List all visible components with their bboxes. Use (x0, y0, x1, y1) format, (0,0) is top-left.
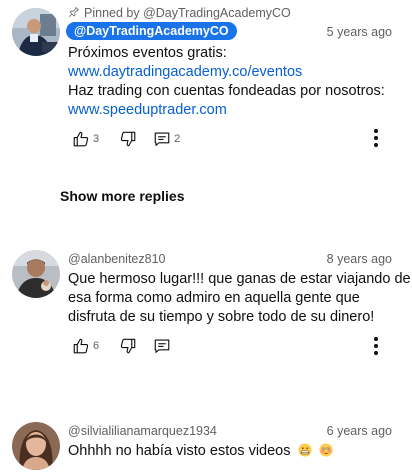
comment-text: Ohhhh no había visto estos videos (68, 442, 398, 461)
comment-pinned: Pinned by @DayTradingAcademyCO @DayTradi… (0, 0, 412, 180)
like-count: 6 (93, 340, 100, 352)
pinned-label: Pinned by @DayTradingAcademyCO (84, 6, 291, 20)
comment-icon (153, 130, 171, 148)
comment-text-content: Ohhhh no había visto estos videos (68, 443, 291, 459)
comment-header: @silvialilianamarquez1934 6 years ago (68, 422, 392, 440)
comment: @silvialilianamarquez1934 6 years ago Oh… (0, 420, 412, 474)
speeduptrader-link[interactable]: www.speeduptrader.com (68, 101, 398, 120)
thumb-down-icon (119, 337, 137, 355)
comment-text-line: Ohhhh no había visto estos videos (68, 442, 398, 461)
comment-header: Pinned by @DayTradingAcademyCO (68, 4, 392, 22)
comment-text-line: Haz trading con cuentas fondeadas por no… (68, 83, 385, 99)
like-button[interactable]: 3 (72, 130, 99, 148)
reply-count: 2 (174, 133, 181, 145)
show-more-replies-button[interactable]: Show more replies (60, 188, 184, 204)
grimacing-face-emoji (297, 443, 312, 457)
comment-author[interactable]: @alanbenitez810 (68, 252, 166, 266)
avatar[interactable] (12, 8, 60, 56)
avatar[interactable] (12, 422, 60, 470)
thumb-up-icon (72, 130, 90, 148)
comment-icon (153, 337, 171, 355)
comment-text-line: Que hermoso lugar!!! que ganas de estar … (68, 271, 411, 287)
comment-actions: 6 (72, 334, 171, 358)
comment-actions: 3 2 (72, 127, 180, 151)
more-vert-icon[interactable] (368, 128, 384, 148)
dislike-button[interactable] (119, 130, 137, 148)
author-badge[interactable]: @DayTradingAcademyCO (66, 22, 237, 40)
reply-button[interactable] (153, 337, 171, 355)
comment-time[interactable]: 5 years ago (327, 25, 392, 39)
thumb-up-icon (72, 337, 90, 355)
comment: @alanbenitez810 8 years ago Que hermoso … (0, 248, 412, 378)
dislike-button[interactable] (119, 337, 137, 355)
comment-text: Que hermoso lugar!!! que ganas de estar … (68, 270, 411, 327)
comment-time[interactable]: 8 years ago (327, 252, 392, 266)
comment-text-line: disfruta de su tiempo y sobre todo de su… (68, 309, 375, 325)
comment-author[interactable]: @silvialilianamarquez1934 (68, 424, 217, 438)
flushed-face-emoji (318, 443, 333, 457)
events-link[interactable]: www.daytradingacademy.co/eventos (68, 63, 398, 82)
reply-button[interactable]: 2 (153, 130, 180, 148)
thumb-down-icon (119, 130, 137, 148)
like-count: 3 (93, 133, 100, 145)
comment-text: Próximos eventos gratis: www.daytradinga… (68, 44, 398, 120)
avatar[interactable] (12, 250, 60, 298)
comment-text-line: esa forma como admiro en aquella gente q… (68, 290, 360, 306)
comment-text-line: Próximos eventos gratis: (68, 45, 227, 61)
pin-icon (68, 6, 80, 21)
comment-header: @alanbenitez810 8 years ago (68, 250, 392, 268)
more-vert-icon[interactable] (368, 336, 384, 356)
like-button[interactable]: 6 (72, 337, 99, 355)
comment-time[interactable]: 6 years ago (327, 424, 392, 438)
pinned-indicator: Pinned by @DayTradingAcademyCO (68, 6, 291, 21)
